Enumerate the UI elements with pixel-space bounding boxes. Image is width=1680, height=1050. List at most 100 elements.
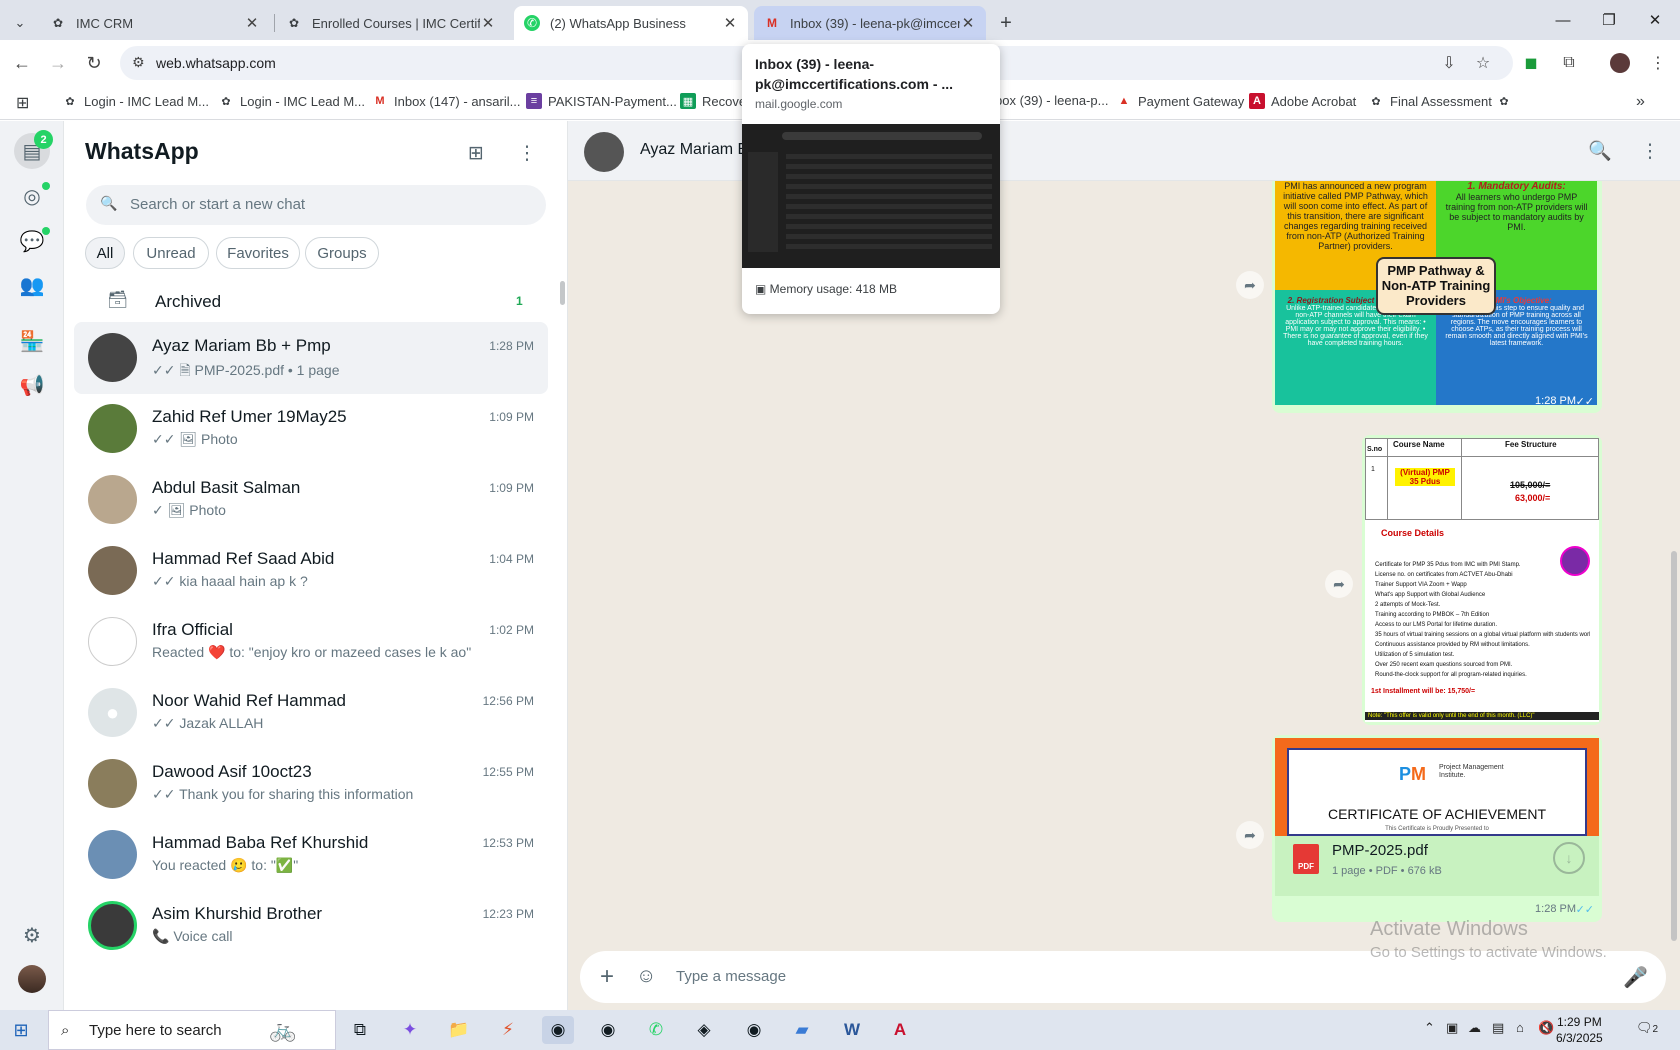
reload-button[interactable]: ↻ <box>80 49 108 77</box>
app-button[interactable]: ⚡ <box>492 1016 524 1044</box>
more-bookmarks-button[interactable]: » <box>1636 93 1645 111</box>
meet-icon[interactable]: ▣ <box>1446 1020 1458 1036</box>
browser-menu-button[interactable]: ⋮ <box>1644 49 1672 77</box>
tab-gmail-inbox[interactable]: M Inbox (39) - leena-pk@imccerti ✕ <box>754 6 986 40</box>
forward-button[interactable]: ➦ <box>1325 570 1353 598</box>
display-icon[interactable]: ▤ <box>1492 1020 1504 1036</box>
close-icon[interactable]: ✕ <box>480 14 496 32</box>
avatar[interactable] <box>88 475 137 524</box>
avatar[interactable] <box>88 546 137 595</box>
message-input[interactable]: Type a message <box>676 968 786 985</box>
emoji-button[interactable]: ☺ <box>636 965 656 988</box>
document-message[interactable]: PM Project Management Institute. CERTIFI… <box>1272 735 1602 922</box>
avatar[interactable]: ● <box>88 688 137 737</box>
apps-button[interactable]: ⊞ <box>16 93 29 113</box>
forward-button[interactable]: ➦ <box>1236 271 1264 299</box>
chrome-button[interactable]: ◉ <box>542 1016 574 1044</box>
pdf-file-row[interactable]: PDF PMP-2025.pdf 1 page • PDF • 676 kB ↓ <box>1275 836 1599 896</box>
onedrive-icon[interactable]: ☁ <box>1468 1020 1481 1036</box>
notification-button[interactable]: 🗨2 <box>1636 1020 1658 1036</box>
attach-button[interactable]: + <box>600 963 614 991</box>
menu-button[interactable]: ⋮ <box>512 138 542 168</box>
minimize-button[interactable]: — <box>1540 0 1586 40</box>
avatar[interactable] <box>88 404 137 453</box>
system-clock[interactable]: 1:29 PM 6/3/2025 <box>1556 1014 1603 1046</box>
new-chat-button[interactable]: ⊞ <box>461 138 491 168</box>
image-message[interactable]: PMI has announced a new program initiati… <box>1272 181 1602 413</box>
bookmark-item[interactable]: ≡ PAKISTAN-Payment... <box>526 93 677 109</box>
avatar[interactable] <box>88 901 137 950</box>
tab-search-dropdown[interactable]: ⌄ <box>6 6 34 40</box>
install-app-button[interactable]: ⇩ <box>1435 49 1463 77</box>
scrollbar-thumb[interactable] <box>1671 551 1677 941</box>
chat-row[interactable]: Dawood Asif 10oct23 12:55 PM ✓✓ Thank you … <box>74 748 548 820</box>
extension-button[interactable]: ◼ <box>1517 49 1545 77</box>
task-view-button[interactable]: ⧉ <box>344 1016 376 1044</box>
volume-icon[interactable]: 🔇 <box>1538 1020 1554 1036</box>
bookmark-item[interactable]: ▲ Payment Gateway <box>1116 93 1245 109</box>
catalog-nav-button[interactable]: 🏪 <box>14 323 50 359</box>
word-button[interactable]: W <box>836 1016 868 1044</box>
profile-nav-button[interactable] <box>14 961 50 997</box>
avatar[interactable] <box>88 759 137 808</box>
bookmark-item[interactable]: ✿ Login - IMC Lead M... <box>218 93 365 109</box>
chrome-button[interactable]: ◉ <box>738 1016 770 1044</box>
chat-row[interactable]: Abdul Basit Salman 1:09 PM ✓ 🖼 Photo <box>74 464 548 536</box>
settings-nav-button[interactable]: ⚙ <box>14 917 50 953</box>
acrobat-button[interactable]: A <box>884 1016 916 1044</box>
back-button[interactable]: ← <box>8 49 36 77</box>
chevron-up-icon[interactable]: ⌃ <box>1424 1020 1435 1036</box>
close-icon[interactable]: ✕ <box>244 14 260 32</box>
communities-nav-button[interactable]: 👥 <box>14 267 50 303</box>
ads-nav-button[interactable]: 📢 <box>14 367 50 403</box>
start-button[interactable]: ⊞ <box>10 1019 32 1041</box>
bookmark-star-button[interactable]: ☆ <box>1469 49 1497 77</box>
forward-button[interactable]: ➦ <box>1236 821 1264 849</box>
status-nav-button[interactable]: ◎ <box>14 178 50 214</box>
search-input[interactable]: 🔍 Search or start a new chat <box>86 185 546 225</box>
restore-button[interactable]: ❐ <box>1586 0 1632 40</box>
whatsapp-taskbar-button[interactable]: ✆ <box>640 1016 672 1044</box>
bookmark-item[interactable]: ✿ Final Assessment <box>1368 93 1491 109</box>
filter-groups[interactable]: Groups <box>305 237 379 269</box>
archived-row[interactable]: 🗃 Archived 1 <box>64 276 567 326</box>
avatar[interactable] <box>88 333 137 382</box>
search-messages-button[interactable]: 🔍 <box>1585 136 1615 166</box>
tab-enrolled-courses[interactable]: ✿ Enrolled Courses | IMC Certifica ✕ <box>276 6 506 40</box>
app-button[interactable]: ◈ <box>688 1016 720 1044</box>
contact-avatar[interactable] <box>584 132 624 172</box>
chat-row[interactable]: Ifra Official 1:02 PM Reacted ❤️ to: "enjo… <box>74 606 548 678</box>
chat-row[interactable]: Zahid Ref Umer 19May25 1:09 PM ✓✓ 🖼 Photo <box>74 393 548 465</box>
bookmark-item[interactable]: M Inbox (147) - ansaril... <box>372 93 520 109</box>
chat-row[interactable]: ● Noor Wahid Ref Hammad 12:56 PM ✓✓ Jazak A… <box>74 677 548 749</box>
file-explorer-button[interactable]: 📁 <box>443 1016 475 1044</box>
bookmark-item[interactable]: ✿ Login - IMC Lead M... <box>62 93 209 109</box>
close-icon[interactable]: ✕ <box>722 14 738 32</box>
chat-row[interactable]: Ayaz Mariam Bb + Pmp 1:28 PM ✓✓ 🗎 PMP-2025… <box>74 322 548 394</box>
app-button[interactable]: ▰ <box>786 1016 818 1044</box>
filter-all[interactable]: All <box>85 237 125 269</box>
conversation-header[interactable]: Ayaz Mariam E 🔍 ⋮ <box>568 121 1680 181</box>
site-info-icon[interactable]: ⚙ <box>132 54 145 71</box>
scrollbar-thumb[interactable] <box>560 281 565 305</box>
close-icon[interactable]: ✕ <box>960 14 976 32</box>
mic-button[interactable]: 🎤 <box>1623 965 1648 990</box>
chat-row[interactable]: Hammad Ref Saad Abid 1:04 PM ✓✓ kia haaal … <box>74 535 548 607</box>
taskbar-search-box[interactable]: ⌕ Type here to search 🚲 <box>48 1010 336 1050</box>
network-icon[interactable]: ⌂ <box>1516 1020 1524 1035</box>
download-button[interactable]: ↓ <box>1553 842 1585 874</box>
filter-unread[interactable]: Unread <box>133 237 209 269</box>
bookmark-item[interactable]: ▦ Recover <box>680 93 750 109</box>
chat-row[interactable]: Asim Khurshid Brother 12:23 PM 📞 Voice cal… <box>74 890 548 962</box>
image-message[interactable]: S.no Course Name Fee Structure 1 (Virtua… <box>1362 435 1602 725</box>
bookmark-item[interactable]: ✿ <box>1496 93 1518 109</box>
copilot-button[interactable]: ✦ <box>394 1016 426 1044</box>
filter-favorites[interactable]: Favorites <box>216 237 300 269</box>
bookmark-item[interactable]: A Adobe Acrobat <box>1249 93 1356 109</box>
channels-nav-button[interactable]: 💬 <box>14 223 50 259</box>
extensions-menu-button[interactable]: ⧉ <box>1555 49 1583 77</box>
new-tab-button[interactable]: + <box>994 6 1018 40</box>
tab-imc-crm[interactable]: ✿ IMC CRM ✕ <box>40 6 270 40</box>
profile-button[interactable] <box>1606 49 1634 77</box>
close-window-button[interactable]: ✕ <box>1632 0 1678 40</box>
